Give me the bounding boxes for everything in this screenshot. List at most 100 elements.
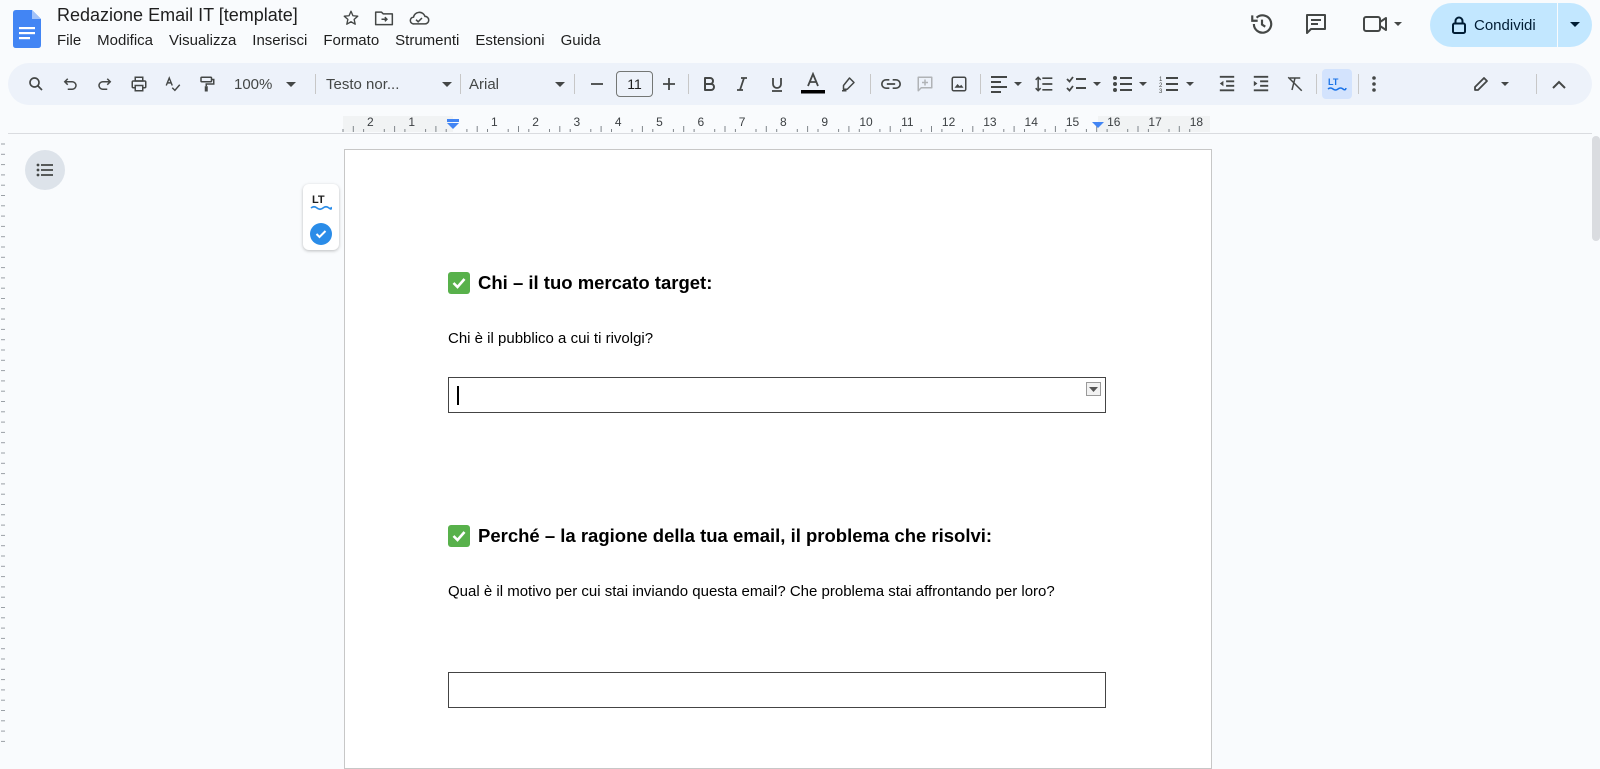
text-cursor [457,386,459,405]
search-menus-icon[interactable] [24,69,48,99]
line-spacing-icon[interactable] [1032,69,1056,99]
menu-estensioni[interactable]: Estensioni [467,30,552,51]
zoom-select[interactable]: 100% [234,69,306,99]
decrease-indent-icon[interactable] [1215,69,1239,99]
star-icon[interactable] [339,7,363,29]
menu-visualizza[interactable]: Visualizza [161,30,244,51]
redo-icon[interactable] [93,69,117,99]
underline-icon[interactable] [765,69,789,99]
menu-bar: File Modifica Visualizza Inserisci Forma… [49,30,609,51]
section2-heading: Perché – la ragione della tua email, il … [448,525,992,547]
toolbar-divider [1358,74,1359,94]
meet-video-icon[interactable] [1360,8,1408,40]
insert-link-icon[interactable] [879,69,903,99]
highlight-color-icon[interactable] [836,69,860,99]
increase-indent-icon[interactable] [1249,69,1273,99]
cloud-saved-icon[interactable] [407,7,431,29]
ruler-label: 1 [408,115,415,129]
ruler-label: 15 [1066,115,1080,129]
horizontal-ruler[interactable]: 2 1 1 2 3 4 5 6 7 8 9 10 11 12 13 14 15 16 17 18 [0,114,1600,134]
paragraph-style-select[interactable]: Testo nor... [326,69,452,99]
print-icon[interactable] [127,69,151,99]
menu-formato[interactable]: Formato [315,30,387,51]
toolbar-divider [980,74,981,94]
document-outline-button[interactable] [25,150,65,190]
font-family-value: Arial [469,75,500,93]
numbered-list-icon[interactable]: 123 [1158,69,1196,99]
editing-mode-select[interactable] [1470,69,1516,99]
share-button[interactable]: Condividi [1430,3,1557,47]
vertical-ruler [0,136,6,743]
ruler-label: 17 [1148,115,1162,129]
menu-modifica[interactable]: Modifica [89,30,161,51]
checklist-icon[interactable] [1065,69,1103,99]
green-check-icon [448,272,470,294]
languagetool-status-check-icon[interactable] [310,223,332,245]
insert-image-icon[interactable] [947,69,971,99]
section1-heading-text: Chi – il tuo mercato target: [478,272,713,293]
font-size-input[interactable]: 11 [616,71,653,97]
decrease-font-size-button[interactable] [586,69,608,99]
menu-file[interactable]: File [49,30,89,51]
zoom-value: 100% [234,75,273,93]
toolbar-divider [1316,74,1317,94]
ruler-label: 12 [942,115,956,129]
menu-strumenti[interactable]: Strumenti [387,30,467,51]
menu-inserisci[interactable]: Inserisci [244,30,315,51]
paint-format-icon[interactable] [195,69,219,99]
ruler-baseline [8,133,1592,134]
caret-down-icon [286,81,297,87]
hide-menus-chevron-up-icon[interactable] [1547,69,1571,99]
paragraph-style-value: Testo nor... [326,75,400,93]
share-dropdown-button[interactable] [1558,3,1592,47]
move-folder-icon[interactable] [372,7,396,29]
ruler-scale: 2 1 1 2 3 4 5 6 7 8 9 10 11 12 13 14 15 16 17 18 [342,115,1210,132]
spellcheck-icon[interactable] [161,69,185,99]
undo-icon[interactable] [58,69,82,99]
toolbar-divider [574,74,575,94]
toolbar-divider [1536,74,1537,94]
more-options-icon[interactable] [1364,69,1384,99]
caret-down-icon [442,81,452,87]
ruler-label: 7 [739,115,746,129]
ruler-label: 16 [1107,115,1121,129]
bold-icon[interactable] [697,69,721,99]
align-left-icon[interactable] [988,69,1024,99]
ruler-label: 11 [901,115,914,129]
languagetool-logo-icon[interactable]: LT [309,190,333,214]
languagetool-toggle-icon[interactable]: LT [1322,69,1352,99]
title-bar: Redazione Email IT [template] File Modif… [0,0,1600,58]
section1-answer-field[interactable] [448,377,1106,413]
ruler-label: 1 [491,115,498,129]
font-family-select[interactable]: Arial [469,69,565,99]
ruler-label: 5 [656,115,663,129]
version-history-icon[interactable] [1248,8,1276,40]
vertical-scrollbar[interactable] [1592,136,1600,241]
text-color-icon[interactable] [800,69,826,99]
menu-guida[interactable]: Guida [553,30,609,51]
ruler-label: 8 [780,115,787,129]
section2-answer-field[interactable] [448,672,1106,708]
section1-heading: Chi – il tuo mercato target: [448,272,712,294]
svg-text:LT: LT [1328,77,1339,87]
italic-icon[interactable] [730,69,754,99]
languagetool-widget: LT [303,184,339,250]
bulleted-list-icon[interactable] [1111,69,1149,99]
svg-text:LT: LT [312,194,325,206]
ruler-label: 2 [532,115,539,129]
share-label: Condividi [1474,16,1536,34]
document-title[interactable]: Redazione Email IT [template] [57,5,298,26]
section2-question: Qual è il motivo per cui stai inviando q… [448,583,1055,600]
ruler-label: 13 [983,115,997,129]
docs-logo-icon[interactable] [13,10,41,48]
ruler-label: 6 [697,115,704,129]
dropdown-arrow-icon[interactable] [1086,382,1101,396]
insert-comment-icon[interactable] [913,69,937,99]
clear-formatting-icon[interactable] [1283,69,1307,99]
caret-down-icon [1570,22,1580,28]
toolbar-divider [870,74,871,94]
increase-font-size-button[interactable] [658,69,680,99]
comments-icon[interactable] [1302,8,1330,40]
document-page[interactable]: Chi – il tuo mercato target: Chi è il pu… [344,149,1212,769]
toolbar-divider [460,74,461,94]
